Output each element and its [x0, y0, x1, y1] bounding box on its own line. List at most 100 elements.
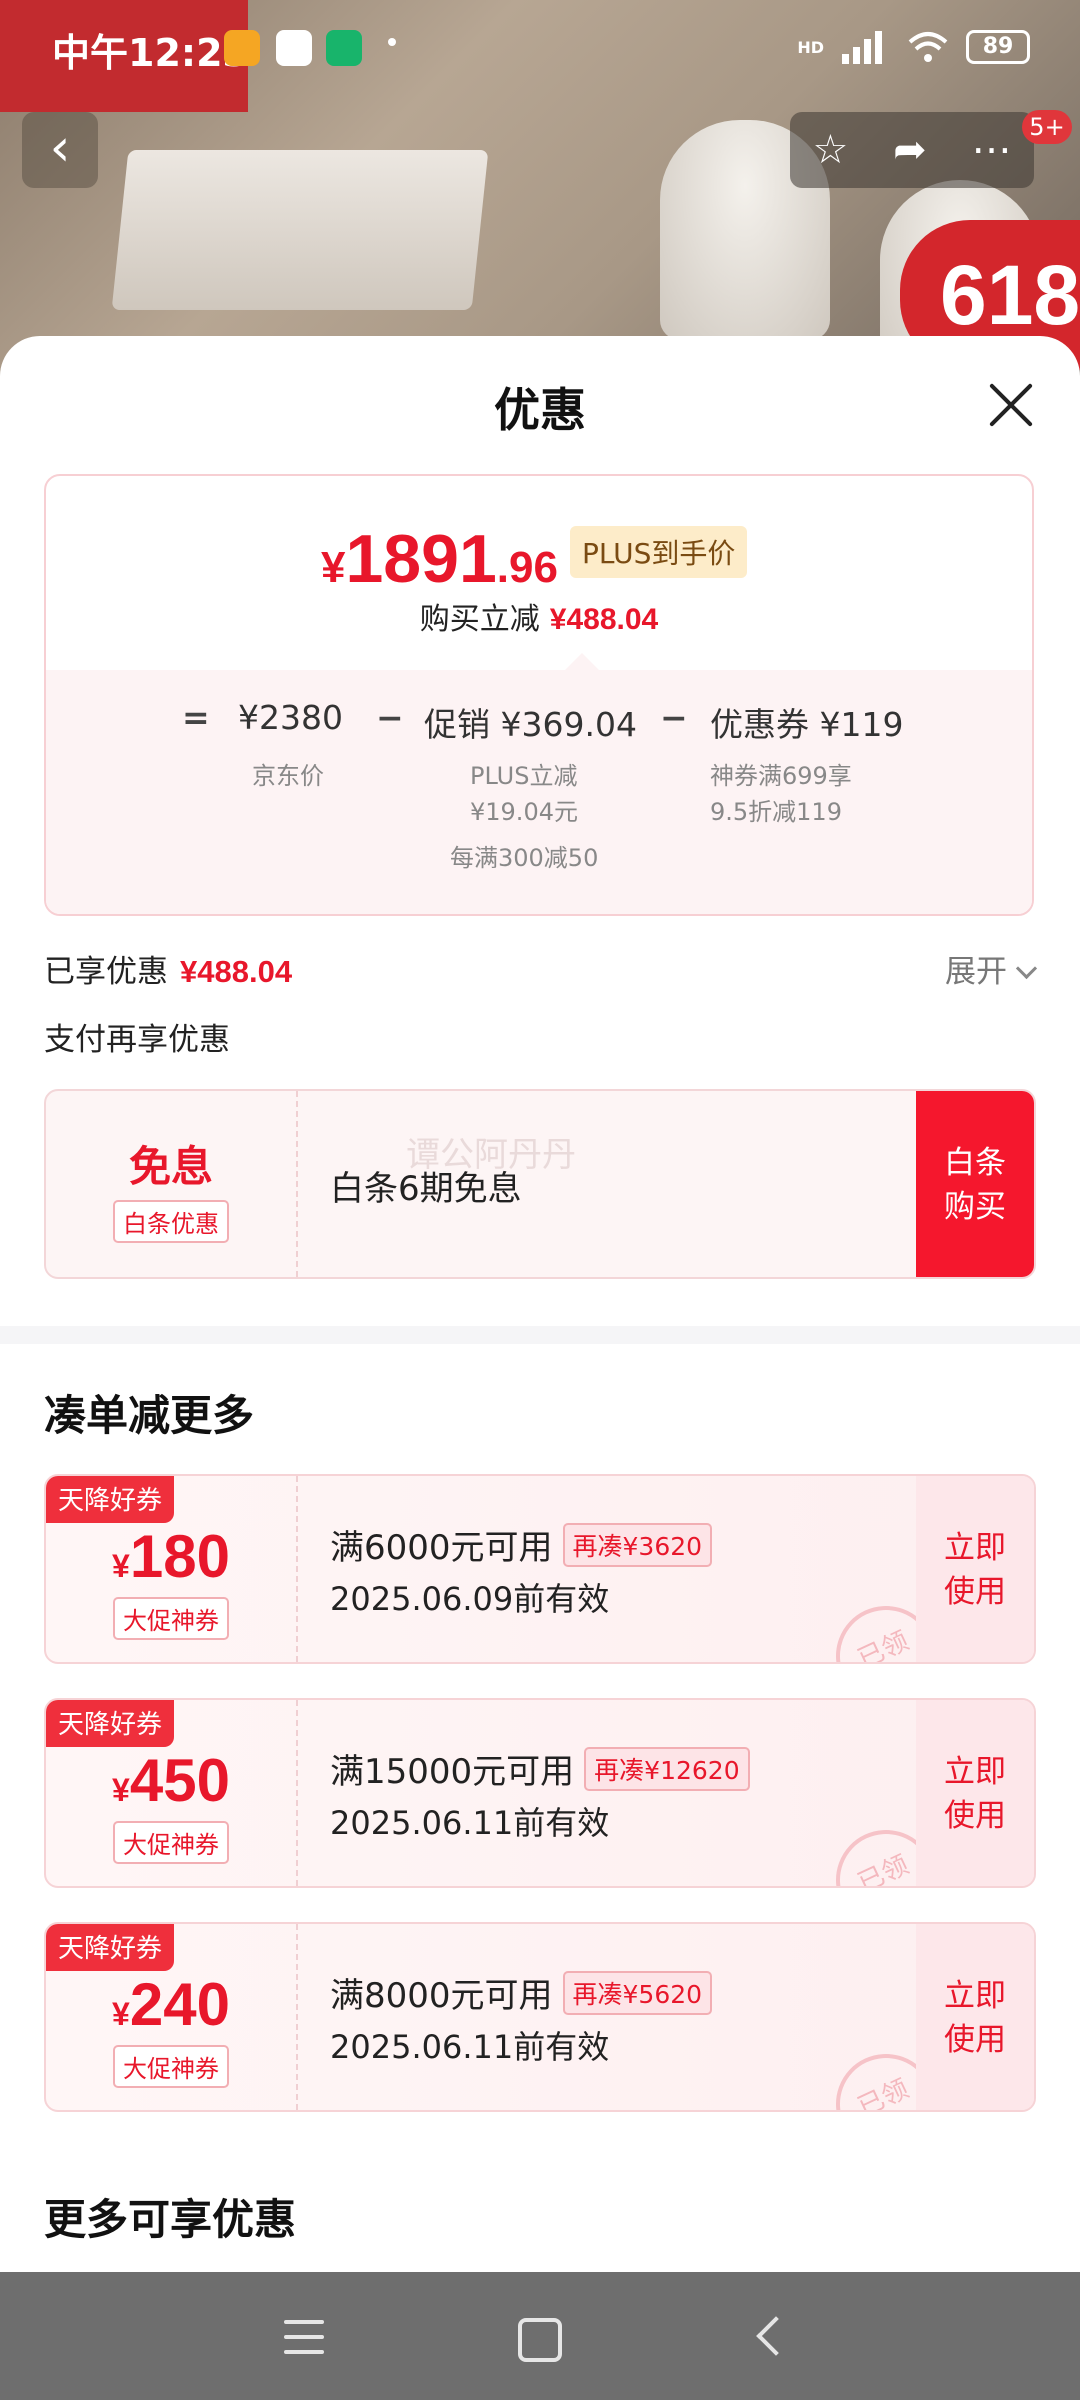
- use-now-button[interactable]: 立即 使用: [916, 1924, 1034, 2110]
- coupon-amount: 180: [129, 1523, 230, 1590]
- button-label: 购买: [944, 1189, 1006, 1225]
- more-notifications-dot: [388, 38, 396, 46]
- battery-icon: 89: [966, 30, 1030, 64]
- button-label: 使用: [944, 1798, 1006, 1834]
- baitiao-title: 免息: [128, 1142, 213, 1191]
- expand-button[interactable]: 展开: [945, 946, 1038, 991]
- plus-price-tag: PLUS到手价: [570, 526, 748, 578]
- system-nav-bar: [0, 2272, 1080, 2400]
- coupon-condition-text: 满8000元可用: [330, 1976, 553, 2016]
- coupon-gap-badge: 再凑¥3620: [562, 1523, 713, 1567]
- baitiao-buy-button[interactable]: 白条 购买: [916, 1091, 1034, 1277]
- promo-detail: PLUS立减: [470, 762, 578, 790]
- button-label: 立即: [944, 1530, 1006, 1566]
- price-breakdown-card: ¥1891.96 PLUS到手价 购买立减 ¥488.04 = ¥2380 京东价…: [44, 474, 1034, 916]
- coupon-condition: 满8000元可用 再凑¥5620: [330, 1968, 713, 2019]
- hd-signal-label: HD: [797, 37, 824, 57]
- signal-icon: [842, 31, 882, 64]
- equals-sign: =: [182, 698, 210, 737]
- coupon-condition-text: 满6000元可用: [330, 1528, 553, 1568]
- reduce-label: 购买立减: [419, 602, 540, 637]
- coupon-gap-badge: 再凑¥12620: [584, 1747, 750, 1791]
- menu-icon[interactable]: [284, 2320, 324, 2354]
- section-title: 更多可享优惠: [44, 2195, 297, 2244]
- button-label: 立即: [944, 1978, 1006, 2014]
- pay-more-label: 支付再享优惠: [44, 1022, 230, 1058]
- coupon-tag: 大促神券: [113, 1821, 229, 1864]
- currency-symbol: ¥: [112, 1996, 130, 2032]
- coupon-value: ¥180: [46, 1522, 296, 1591]
- enjoyed-amount: ¥488.04: [180, 954, 293, 989]
- home-icon[interactable]: [518, 2318, 562, 2362]
- section-title: 凑单减更多: [44, 1391, 255, 1440]
- minus-sign: −: [660, 698, 688, 737]
- price-integer: 1891: [345, 521, 497, 597]
- reduce-line: 购买立减 ¥488.04: [46, 594, 1032, 638]
- coupon-condition: 满6000元可用 再凑¥3620: [330, 1520, 713, 1571]
- reduce-amount: ¥488.04: [549, 603, 659, 636]
- photo-table: [111, 150, 489, 310]
- enjoyed-label: 已享优惠: [44, 954, 168, 990]
- coupon-card[interactable]: ¥240 大促神券 天降好券 满8000元可用 再凑¥5620 2025.06.1…: [44, 1922, 1036, 2112]
- coupon-amount: 450: [129, 1747, 230, 1814]
- expand-label: 展开: [945, 954, 1007, 990]
- status-bar: 中午12:23 HD 89: [0, 0, 1080, 96]
- promo-detail: 每满300减50: [450, 844, 599, 872]
- wifi-icon: [908, 32, 948, 62]
- coupon-valid-date: 2025.06.11前有效: [330, 1804, 610, 1842]
- base-price: ¥2380: [238, 698, 343, 737]
- baitiao-offer-left: 免息 白条优惠: [46, 1091, 298, 1277]
- share-icon[interactable]: ➦: [893, 127, 927, 173]
- coupon-detail: 神券满699享: [710, 762, 852, 790]
- coupon-tag: 大促神券: [113, 1597, 229, 1640]
- back-button[interactable]: ‹: [22, 112, 98, 188]
- use-now-button[interactable]: 立即 使用: [916, 1476, 1034, 1662]
- status-time: 中午12:23: [52, 31, 249, 75]
- final-price: ¥1891.96: [321, 520, 558, 598]
- coupon-amount: 240: [129, 1971, 230, 2038]
- use-now-button[interactable]: 立即 使用: [916, 1700, 1034, 1886]
- coupon-ribbon: 天降好券: [46, 1476, 175, 1523]
- base-price-label: 京东价: [252, 762, 324, 790]
- button-label: 白条: [944, 1145, 1006, 1181]
- price-decimal: .96: [496, 543, 558, 592]
- currency-symbol: ¥: [112, 1772, 130, 1808]
- notification-app-icon: [224, 30, 260, 66]
- shield-app-icon: [326, 30, 362, 66]
- currency-symbol: ¥: [321, 543, 346, 592]
- promo-amount: 促销 ¥369.04: [424, 705, 637, 744]
- section-divider: [0, 1326, 1080, 1344]
- favorite-star-icon[interactable]: ☆: [812, 127, 848, 173]
- coupon-tag: 大促神券: [113, 2045, 229, 2088]
- coupon-condition-text: 满15000元可用: [330, 1752, 575, 1792]
- notification-app-icon: [276, 30, 312, 66]
- currency-symbol: ¥: [112, 1548, 130, 1584]
- coupon-value: ¥450: [46, 1746, 296, 1815]
- coupon-ribbon: 天降好券: [46, 1924, 175, 1971]
- back-icon[interactable]: [756, 2316, 796, 2356]
- more-icon[interactable]: ⋯: [972, 127, 1012, 173]
- top-action-group: ☆ ➦ ⋯: [790, 112, 1034, 188]
- baitiao-offer: 免息 白条优惠 谭公阿丹丹 白条6期免息 白条 购买: [44, 1089, 1036, 1279]
- coupon-value: ¥240: [46, 1970, 296, 2039]
- coupon-condition: 满15000元可用 再凑¥12620: [330, 1744, 750, 1795]
- baitiao-desc: 白条6期免息: [330, 1169, 522, 1209]
- cart-count-badge: 5+: [1022, 110, 1072, 144]
- coupon-card[interactable]: ¥180 大促神券 天降好券 满6000元可用 再凑¥3620 2025.06.0…: [44, 1474, 1036, 1664]
- status-right: HD 89: [797, 30, 1030, 64]
- coupon-amount: 优惠券 ¥119: [710, 705, 904, 744]
- promo-detail: ¥19.04元: [470, 798, 578, 826]
- button-label: 使用: [944, 2022, 1006, 2058]
- discount-sheet: 优惠 ¥1891.96 PLUS到手价 购买立减 ¥488.04 = ¥2380 …: [0, 336, 1080, 2272]
- coupon-valid-date: 2025.06.11前有效: [330, 2028, 610, 2066]
- close-icon[interactable]: [986, 380, 1036, 430]
- minus-sign: −: [376, 698, 404, 737]
- coupon-card[interactable]: ¥450 大促神券 天降好券 满15000元可用 再凑¥12620 2025.06…: [44, 1698, 1036, 1888]
- baitiao-tag: 白条优惠: [113, 1200, 229, 1243]
- coupon-gap-badge: 再凑¥5620: [562, 1971, 713, 2015]
- coupon-ribbon: 天降好券: [46, 1700, 175, 1747]
- button-label: 立即: [944, 1754, 1006, 1790]
- coupon-detail: 9.5折减119: [710, 798, 842, 826]
- enjoyed-discount: 已享优惠 ¥488.04: [44, 946, 292, 991]
- coupon-valid-date: 2025.06.09前有效: [330, 1580, 610, 1618]
